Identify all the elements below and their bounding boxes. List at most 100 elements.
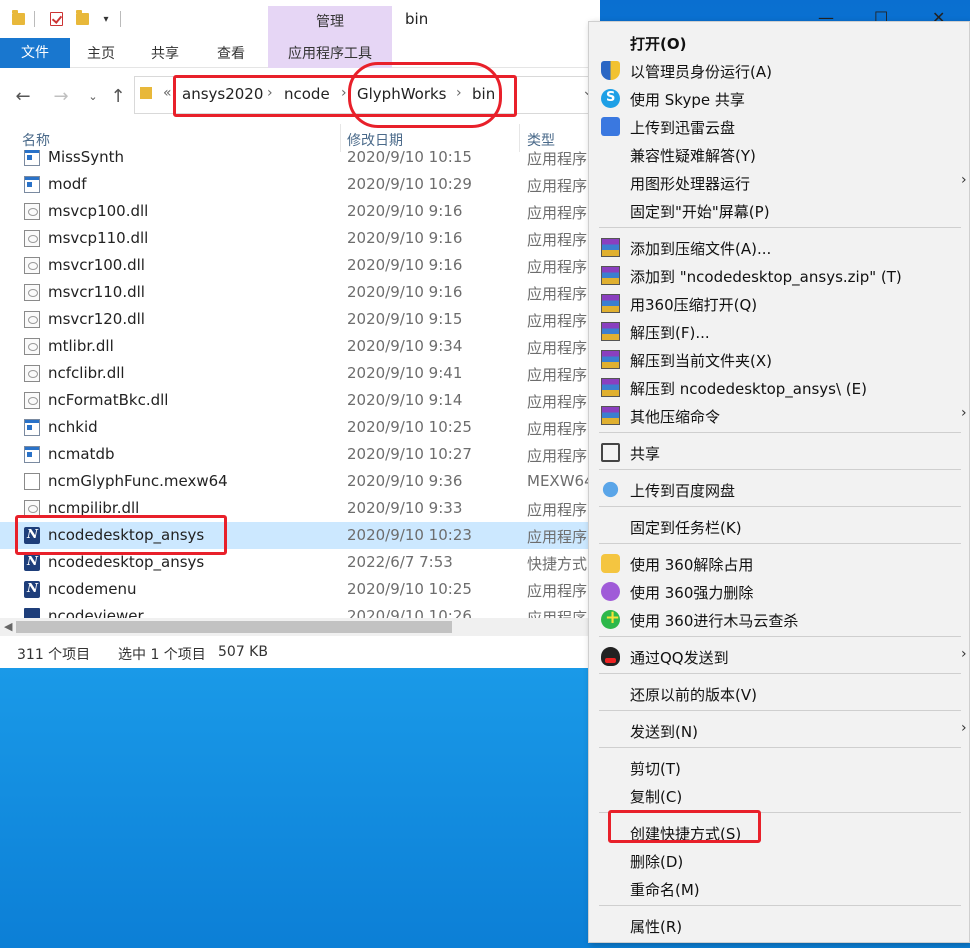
ncode-icon [24, 581, 40, 598]
menu-item-copy[interactable]: 复制(C) [589, 781, 970, 809]
new-folder-icon[interactable] [72, 9, 92, 29]
file-name: MissSynth [48, 150, 125, 166]
file-row[interactable]: modf 2020/9/10 10:29 应用程序 [0, 171, 600, 198]
menu-separator [599, 227, 961, 228]
menu-item-label: 打开(O) [630, 35, 687, 53]
menu-item-other-compress[interactable]: 其他压缩命令 › [589, 401, 970, 429]
tab-file[interactable]: 文件 [0, 38, 70, 68]
horizontal-scrollbar[interactable]: ◀ [0, 618, 600, 636]
manage-tab[interactable]: 管理 [268, 6, 392, 38]
menu-item-label: 使用 360进行木马云查杀 [630, 612, 799, 630]
menu-item-add-archive[interactable]: 添加到压缩文件(A)... [589, 233, 970, 261]
file-row[interactable]: msvcr120.dll 2020/9/10 9:15 应用程序 [0, 306, 600, 333]
file-row[interactable]: nchkid 2020/9/10 10:25 应用程序 [0, 414, 600, 441]
column-header-type[interactable]: 类型 [527, 130, 555, 150]
winrar-icon [601, 406, 620, 425]
file-row[interactable]: msvcr110.dll 2020/9/10 9:16 应用程序 [0, 279, 600, 306]
menu-item-label: 兼容性疑难解答(Y) [630, 147, 756, 165]
ncode-shortcut-icon [24, 554, 40, 571]
up-arrow-icon[interactable]: ↑ [107, 86, 129, 108]
file-row[interactable]: ncmGlyphFunc.mexw64 2020/9/10 9:36 MEXW64 [0, 468, 600, 495]
file-row[interactable]: ncodemenu 2020/9/10 10:25 应用程序 [0, 576, 600, 603]
menu-item-baidu-upload[interactable]: 上传到百度网盘 [589, 475, 970, 503]
menu-item-restore-versions[interactable]: 还原以前的版本(V) [589, 679, 970, 707]
app-icon [24, 150, 40, 166]
file-date: 2020/9/10 9:15 [347, 310, 463, 328]
file-row[interactable]: MissSynth 2020/9/10 10:15 应用程序 [0, 150, 600, 171]
file-type: 应用程序 [527, 312, 588, 330]
tab-home[interactable]: 主页 [87, 38, 115, 68]
menu-item-cut[interactable]: 剪切(T) [589, 753, 970, 781]
shield-icon [601, 61, 620, 80]
app-icon [24, 176, 40, 193]
file-type: 应用程序 [527, 528, 588, 546]
column-divider[interactable] [519, 124, 520, 152]
folder-icon[interactable] [8, 9, 28, 29]
menu-separator [599, 905, 961, 906]
forward-arrow-icon[interactable]: → [50, 86, 72, 108]
tab-view[interactable]: 查看 [217, 38, 245, 68]
file-row[interactable]: ncmatdb 2020/9/10 10:27 应用程序 [0, 441, 600, 468]
tab-share[interactable]: 共享 [151, 38, 179, 68]
file-name: ncmGlyphFunc.mexw64 [48, 472, 228, 490]
file-name: msvcp110.dll [48, 229, 149, 247]
menu-item-open[interactable]: 打开(O) [589, 28, 970, 56]
back-arrow-icon[interactable]: ← [12, 86, 34, 108]
column-divider[interactable] [340, 124, 341, 152]
column-header-date[interactable]: 修改日期 [347, 130, 403, 150]
file-row[interactable]: ncFormatBkc.dll 2020/9/10 9:14 应用程序 [0, 387, 600, 414]
dll-icon [24, 230, 40, 247]
menu-item-label: 重命名(M) [630, 881, 700, 899]
menu-item-rename[interactable]: 重命名(M) [589, 874, 970, 902]
menu-item-skype-share[interactable]: 使用 Skype 共享 [589, 84, 970, 112]
menu-item-extract-to[interactable]: 解压到(F)... [589, 317, 970, 345]
file-name: modf [48, 175, 87, 193]
menu-item-add-zip[interactable]: 添加到 "ncodedesktop_ansys.zip" (T) [589, 261, 970, 289]
menu-item-gpu-run[interactable]: 用图形处理器运行 › [589, 168, 970, 196]
menu-item-thunder-upload[interactable]: 上传到迅雷云盘 [589, 112, 970, 140]
menu-item-360-scan[interactable]: 使用 360进行木马云查杀 [589, 605, 970, 633]
column-header-name[interactable]: 名称 [22, 130, 50, 150]
menu-item-compatibility[interactable]: 兼容性疑难解答(Y) [589, 140, 970, 168]
menu-item-send-to[interactable]: 发送到(N) › [589, 716, 970, 744]
menu-item-share[interactable]: 共享 [589, 438, 970, 466]
item-count: 311 个项目 [17, 647, 91, 663]
breadcrumb-overflow[interactable]: « [163, 85, 172, 101]
menu-item-extract-here[interactable]: 解压到当前文件夹(X) [589, 345, 970, 373]
customize-dropdown-icon[interactable]: ▾ [96, 9, 116, 29]
unlock-360-icon [601, 554, 620, 573]
share-icon [601, 443, 620, 462]
recent-locations-chevron-icon[interactable]: ⌄ [82, 86, 104, 108]
properties-check-icon[interactable] [46, 9, 66, 29]
file-row[interactable]: msvcp100.dll 2020/9/10 9:16 应用程序 [0, 198, 600, 225]
file-row[interactable]: msvcp110.dll 2020/9/10 9:16 应用程序 [0, 225, 600, 252]
delete-360-icon [601, 582, 620, 601]
selected-size: 507 KB [218, 644, 268, 660]
scrollbar-thumb[interactable] [16, 621, 452, 633]
menu-item-run-as-admin[interactable]: 以管理员身份运行(A) [589, 56, 970, 84]
dll-icon [24, 392, 40, 409]
menu-item-open-360zip[interactable]: 用360压缩打开(Q) [589, 289, 970, 317]
qq-icon [601, 647, 620, 666]
menu-item-360-delete[interactable]: 使用 360强力删除 [589, 577, 970, 605]
menu-item-extract-folder[interactable]: 解压到 ncodedesktop_ansys\ (E) [589, 373, 970, 401]
menu-item-360-unlock[interactable]: 使用 360解除占用 [589, 549, 970, 577]
menu-item-properties[interactable]: 属性(R) [589, 911, 970, 939]
file-row[interactable]: ncodeviewer 2020/9/10 10:26 应用程序 [0, 603, 600, 618]
file-row[interactable]: ncfclibr.dll 2020/9/10 9:41 应用程序 [0, 360, 600, 387]
toolbar-divider [34, 11, 35, 27]
file-date: 2020/9/10 10:25 [347, 580, 472, 598]
menu-item-label: 上传到迅雷云盘 [630, 119, 736, 137]
menu-separator [599, 710, 961, 711]
scroll-left-icon[interactable]: ◀ [4, 620, 12, 633]
file-row[interactable]: msvcr100.dll 2020/9/10 9:16 应用程序 [0, 252, 600, 279]
file-date: 2020/9/10 9:34 [347, 337, 463, 355]
menu-item-pin-start[interactable]: 固定到"开始"屏幕(P) [589, 196, 970, 224]
file-name: ncfclibr.dll [48, 364, 125, 382]
menu-item-pin-taskbar[interactable]: 固定到任务栏(K) [589, 512, 970, 540]
menu-item-label: 复制(C) [630, 788, 683, 806]
file-type: 应用程序 [527, 177, 588, 195]
file-row[interactable]: mtlibr.dll 2020/9/10 9:34 应用程序 [0, 333, 600, 360]
menu-item-delete[interactable]: 删除(D) [589, 846, 970, 874]
menu-item-qq-send[interactable]: 通过QQ发送到 › [589, 642, 970, 670]
